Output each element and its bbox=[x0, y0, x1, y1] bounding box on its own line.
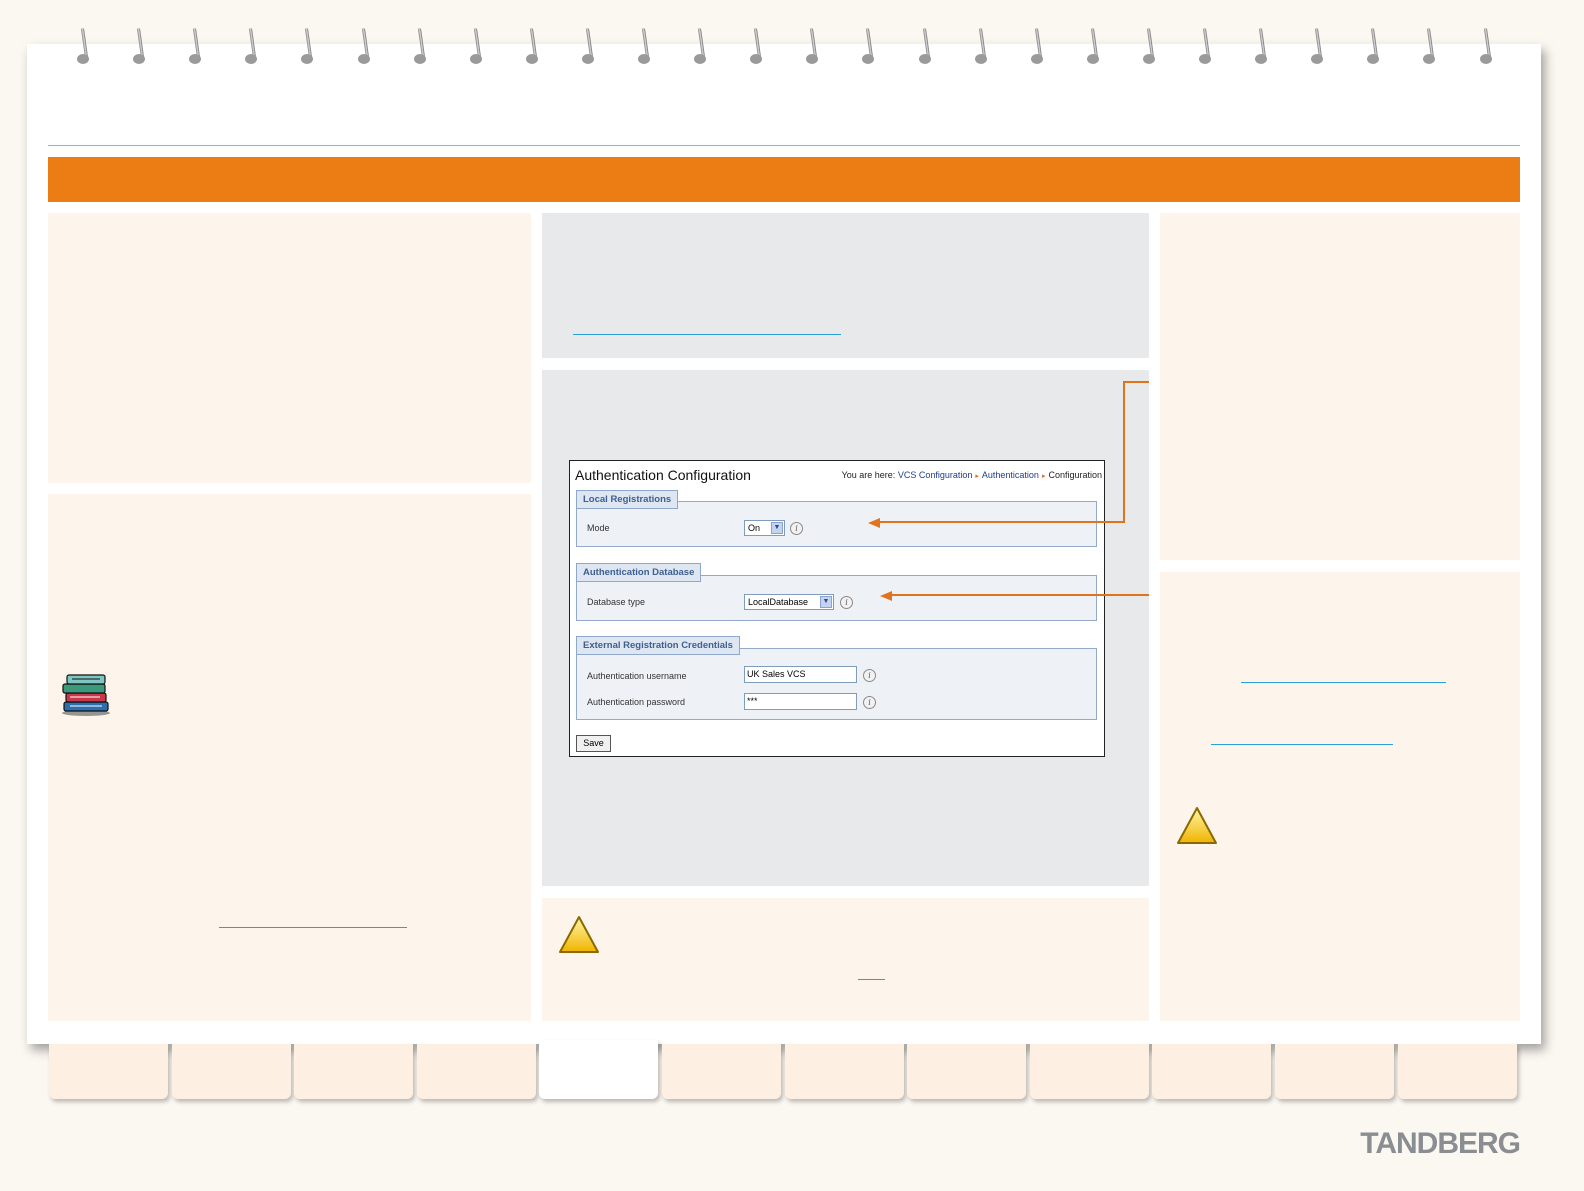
arrowhead-icon bbox=[868, 516, 880, 528]
binder-ring bbox=[133, 27, 146, 66]
center-note-panel bbox=[542, 898, 1149, 1021]
external-credentials-legend: External Registration Credentials bbox=[576, 636, 740, 655]
tab[interactable] bbox=[294, 1044, 414, 1099]
binder-ring bbox=[1479, 27, 1492, 66]
binder-ring bbox=[1199, 27, 1211, 66]
username-input[interactable]: UK Sales VCS bbox=[744, 666, 857, 683]
binder-ring bbox=[581, 27, 594, 66]
binder-ring bbox=[525, 27, 538, 66]
tab-active[interactable] bbox=[539, 1040, 659, 1099]
username-label: Authentication username bbox=[587, 671, 687, 681]
binder-ring bbox=[638, 27, 650, 66]
tab[interactable] bbox=[907, 1044, 1027, 1099]
binder-ring bbox=[357, 27, 370, 66]
binder-ring bbox=[1311, 27, 1324, 66]
header-divider bbox=[48, 145, 1520, 146]
info-icon[interactable]: i bbox=[840, 596, 853, 609]
right-top-panel bbox=[1160, 213, 1520, 560]
mode-select-value: On bbox=[748, 523, 761, 533]
binder-ring bbox=[1255, 27, 1268, 66]
hyperlink-underline[interactable] bbox=[573, 334, 841, 335]
tab[interactable] bbox=[416, 1044, 536, 1099]
hyperlink-underline[interactable] bbox=[1241, 682, 1446, 683]
binder-ring bbox=[1423, 27, 1436, 66]
binder-ring bbox=[918, 27, 931, 66]
binder-ring bbox=[413, 27, 426, 66]
info-icon[interactable]: i bbox=[863, 669, 876, 682]
tab[interactable] bbox=[1152, 1044, 1272, 1099]
tab[interactable] bbox=[1397, 1044, 1517, 1099]
binder-ring bbox=[301, 27, 314, 66]
binder-ring bbox=[694, 27, 707, 66]
tandberg-logo: TANDBERG bbox=[1360, 1127, 1521, 1160]
breadcrumb-configuration: Configuration bbox=[1048, 470, 1102, 480]
tab[interactable] bbox=[171, 1044, 291, 1099]
external-credentials-section: Authentication username UK Sales VCS i A… bbox=[576, 648, 1097, 720]
database-type-label: Database type bbox=[587, 597, 646, 607]
breadcrumb-authentication[interactable]: Authentication bbox=[982, 470, 1039, 480]
callout-line bbox=[1123, 381, 1125, 523]
password-input[interactable]: *** bbox=[744, 693, 857, 710]
warning-icon bbox=[1176, 806, 1218, 846]
hyperlink-underline[interactable] bbox=[219, 927, 407, 928]
info-icon[interactable]: i bbox=[863, 696, 876, 709]
arrowhead-icon bbox=[880, 589, 892, 601]
binder-ring bbox=[806, 27, 819, 66]
header-band bbox=[48, 157, 1520, 202]
info-icon[interactable]: i bbox=[790, 522, 803, 535]
tab[interactable] bbox=[784, 1044, 904, 1099]
callout-line bbox=[890, 594, 1149, 596]
breadcrumb: You are here: VCS Configuration ▸ Authenti… bbox=[842, 470, 1102, 480]
password-label: Authentication password bbox=[587, 697, 686, 707]
local-registrations-legend: Local Registrations bbox=[576, 490, 679, 509]
tab[interactable] bbox=[1029, 1044, 1149, 1099]
breadcrumb-separator-icon: ▸ bbox=[1041, 473, 1046, 480]
callout-line bbox=[1124, 381, 1149, 383]
binder-ring bbox=[1142, 27, 1155, 66]
hyperlink-underline[interactable] bbox=[858, 979, 885, 980]
binder-ring bbox=[1030, 27, 1043, 66]
warning-icon bbox=[558, 915, 600, 955]
breadcrumb-separator-icon: ▸ bbox=[975, 473, 979, 480]
binder-ring bbox=[189, 27, 202, 66]
breadcrumb-prefix: You are here: bbox=[841, 470, 896, 480]
right-bottom-panel bbox=[1160, 572, 1520, 1021]
hyperlink-underline[interactable] bbox=[1211, 744, 1393, 745]
binder-ring bbox=[862, 27, 875, 66]
auth-config-screenshot: Authentication Configuration You are her… bbox=[569, 460, 1105, 757]
tab[interactable] bbox=[1275, 1044, 1394, 1099]
left-top-panel bbox=[48, 213, 531, 483]
breadcrumb-vcs-configuration[interactable]: VCS Configuration bbox=[898, 470, 973, 480]
binder-ring bbox=[974, 27, 987, 66]
page-title: Authentication Configuration bbox=[575, 467, 751, 483]
chevron-down-icon: ▼ bbox=[771, 522, 783, 534]
binder-ring bbox=[1086, 27, 1099, 66]
chevron-down-icon: ▼ bbox=[820, 596, 832, 608]
mode-label: Mode bbox=[587, 523, 610, 533]
mode-select[interactable]: On ▼ bbox=[744, 520, 785, 536]
binder-ring bbox=[1367, 27, 1380, 66]
save-button[interactable]: Save bbox=[576, 735, 611, 752]
binder-ring bbox=[245, 27, 258, 66]
center-top-panel bbox=[542, 213, 1149, 358]
database-type-select-value: LocalDatabase bbox=[748, 597, 809, 607]
binder-ring bbox=[77, 27, 89, 66]
left-bottom-panel bbox=[48, 494, 531, 1021]
binder-ring bbox=[750, 27, 763, 66]
books-icon bbox=[60, 672, 112, 716]
authentication-database-legend: Authentication Database bbox=[576, 563, 702, 582]
callout-line bbox=[878, 521, 1125, 523]
tab[interactable] bbox=[49, 1044, 168, 1099]
tab[interactable] bbox=[662, 1044, 781, 1099]
database-type-select[interactable]: LocalDatabase ▼ bbox=[744, 594, 834, 610]
binder-ring bbox=[469, 27, 482, 66]
